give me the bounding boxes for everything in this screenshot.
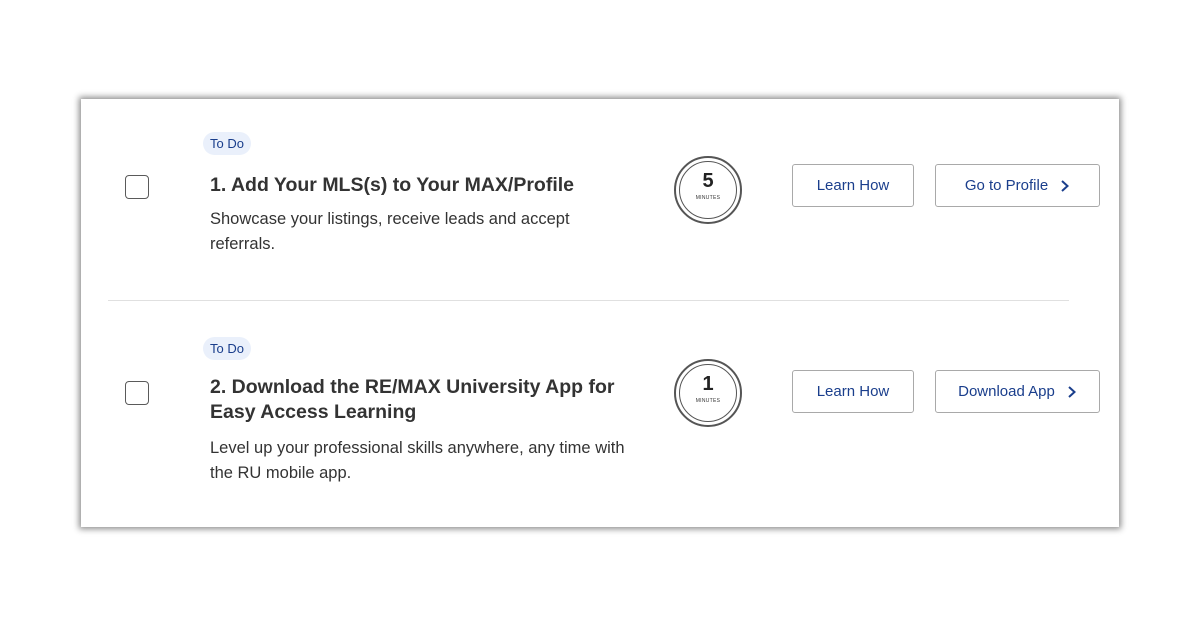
download-app-button[interactable]: Download App — [935, 370, 1100, 413]
task-item: To Do 2. Download the RE/MAX University … — [81, 301, 1119, 527]
learn-how-label: Learn How — [816, 177, 890, 194]
task-title: 1. Add Your MLS(s) to Your MAX/Profile — [210, 174, 575, 196]
timer-unit-label: MINUTES — [695, 398, 721, 404]
download-app-label: Download App — [958, 383, 1055, 400]
timer-minutes: 1 — [702, 373, 714, 395]
status-badge: To Do — [203, 132, 251, 155]
timer-unit-label: MINUTES — [695, 195, 721, 201]
task-item: To Do 1. Add Your MLS(s) to Your MAX/Pro… — [81, 99, 1119, 300]
timer-icon: 1 MINUTES — [674, 359, 742, 427]
task-title: 2. Download the RE/MAX University App fo… — [210, 376, 615, 423]
task-checkbox[interactable] — [125, 381, 149, 405]
go-to-profile-label: Go to Profile — [964, 177, 1049, 194]
task-description: Level up your professional skills anywhe… — [210, 439, 625, 482]
learn-how-button[interactable]: Learn How — [792, 370, 914, 413]
timer-icon: 5 MINUTES — [674, 156, 742, 224]
chevron-right-icon — [1061, 179, 1070, 192]
learn-how-label: Learn How — [816, 383, 890, 400]
task-checkbox[interactable] — [125, 175, 149, 199]
learn-how-button[interactable]: Learn How — [792, 164, 914, 207]
chevron-right-icon — [1068, 385, 1076, 398]
timer-minutes: 5 — [702, 170, 714, 192]
status-badge: To Do — [203, 337, 251, 360]
go-to-profile-button[interactable]: Go to Profile — [935, 164, 1100, 207]
onboarding-task-card: To Do 1. Add Your MLS(s) to Your MAX/Pro… — [81, 99, 1119, 527]
task-description: Showcase your listings, receive leads an… — [210, 210, 570, 253]
